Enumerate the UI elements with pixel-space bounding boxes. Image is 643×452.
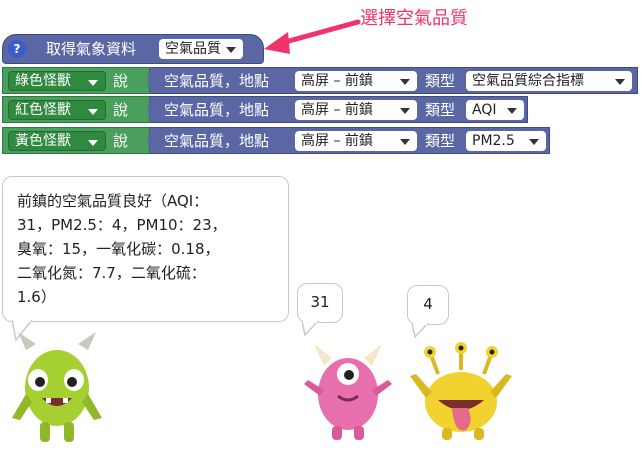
chevron-down-icon	[88, 80, 98, 86]
chevron-down-icon	[507, 108, 517, 114]
chevron-down-icon	[400, 139, 410, 145]
type-value: PM2.5	[472, 133, 515, 149]
air-quality-text: 空氣品質，地點	[164, 72, 270, 90]
chevron-down-icon	[88, 140, 98, 146]
bubble-line: 1.6）	[17, 288, 56, 306]
say-label: 說	[113, 72, 129, 90]
monster-dropdown-value: 綠色怪獸	[15, 73, 71, 89]
location-dropdown[interactable]: 高屏 – 前鎮	[295, 100, 417, 120]
type-dropdown[interactable]: AQI	[466, 100, 524, 120]
say-block-left: 黃色怪獸 說	[2, 127, 150, 154]
annotation-arrow	[264, 19, 361, 54]
type-dropdown[interactable]: 空氣品質綜合指標	[466, 71, 632, 91]
air-quality-value-block[interactable]: 空氣品質，地點 高屏 – 前鎮 類型 AQI	[150, 96, 528, 123]
weather-category-dropdown[interactable]: 空氣品質	[159, 39, 243, 59]
annotation-label: 選擇空氣品質	[360, 8, 468, 29]
location-value: 高屏 – 前鎮	[301, 102, 373, 118]
type-label: 類型	[425, 101, 456, 119]
weather-category-value: 空氣品質	[165, 41, 221, 57]
bubble-line: 臭氧：15，一氧化碳：0.18，	[17, 240, 220, 258]
location-dropdown[interactable]: 高屏 – 前鎮	[295, 131, 417, 151]
get-weather-title: 取得氣象資料	[46, 40, 137, 58]
speech-bubble-green: 前鎮的空氣品質良好（AQI： 31，PM2.5：4，PM10：23， 臭氧：15…	[2, 176, 289, 322]
type-value: AQI	[472, 102, 497, 118]
location-value: 高屏 – 前鎮	[301, 133, 373, 149]
monster-dropdown-red[interactable]: 紅色怪獸	[8, 100, 106, 120]
chevron-down-icon	[529, 139, 539, 145]
help-icon[interactable]: ?	[8, 40, 26, 58]
type-label: 類型	[425, 132, 456, 150]
monster-dropdown-value: 黃色怪獸	[15, 133, 71, 149]
monster-dropdown-value: 紅色怪獸	[15, 102, 71, 118]
say-block-red[interactable]: 紅色怪獸 說 空氣品質，地點 高屏 – 前鎮 類型 AQI	[2, 96, 528, 123]
chevron-down-icon	[226, 47, 236, 53]
location-value: 高屏 – 前鎮	[301, 73, 373, 89]
location-dropdown[interactable]: 高屏 – 前鎮	[295, 71, 417, 91]
yellow-monster-sprite[interactable]	[408, 342, 514, 444]
say-label: 說	[113, 101, 129, 119]
monster-dropdown-green[interactable]: 綠色怪獸	[8, 71, 106, 91]
type-value: 空氣品質綜合指標	[472, 73, 584, 89]
say-label: 說	[113, 132, 129, 150]
air-quality-value-block[interactable]: 空氣品質，地點 高屏 – 前鎮 類型 空氣品質綜合指標	[150, 67, 638, 94]
say-block-yellow[interactable]: 黃色怪獸 說 空氣品質，地點 高屏 – 前鎮 類型 PM2.5	[2, 127, 550, 154]
bubble-line: 31，PM2.5：4，PM10：23，	[17, 216, 227, 234]
speech-bubble-yellow: 4	[407, 285, 449, 325]
type-label: 類型	[425, 72, 456, 90]
air-quality-value-block[interactable]: 空氣品質，地點 高屏 – 前鎮 類型 PM2.5	[150, 127, 550, 154]
say-block-green[interactable]: 綠色怪獸 說 空氣品質，地點 高屏 – 前鎮 類型 空氣品質綜合指標	[2, 67, 638, 94]
monster-dropdown-yellow[interactable]: 黃色怪獸	[8, 131, 106, 151]
green-monster-sprite[interactable]	[8, 330, 106, 448]
bubble-line: 前鎮的空氣品質良好（AQI：	[17, 192, 209, 210]
chevron-down-icon	[400, 79, 410, 85]
speech-bubble-pink: 31	[297, 283, 343, 323]
air-quality-text: 空氣品質，地點	[164, 101, 270, 119]
say-block-left: 綠色怪獸 說	[2, 67, 150, 94]
chevron-down-icon	[615, 79, 625, 85]
say-block-left: 紅色怪獸 說	[2, 96, 150, 123]
type-dropdown[interactable]: PM2.5	[466, 131, 546, 151]
speech-bubble-tail	[412, 323, 430, 339]
air-quality-text: 空氣品質，地點	[164, 132, 270, 150]
chevron-down-icon	[400, 108, 410, 114]
speech-bubble-tail	[302, 321, 320, 337]
pink-monster-sprite[interactable]	[300, 340, 396, 444]
chevron-down-icon	[88, 109, 98, 115]
bubble-line: 二氧化氮：7.7，二氧化硫：	[17, 264, 206, 282]
